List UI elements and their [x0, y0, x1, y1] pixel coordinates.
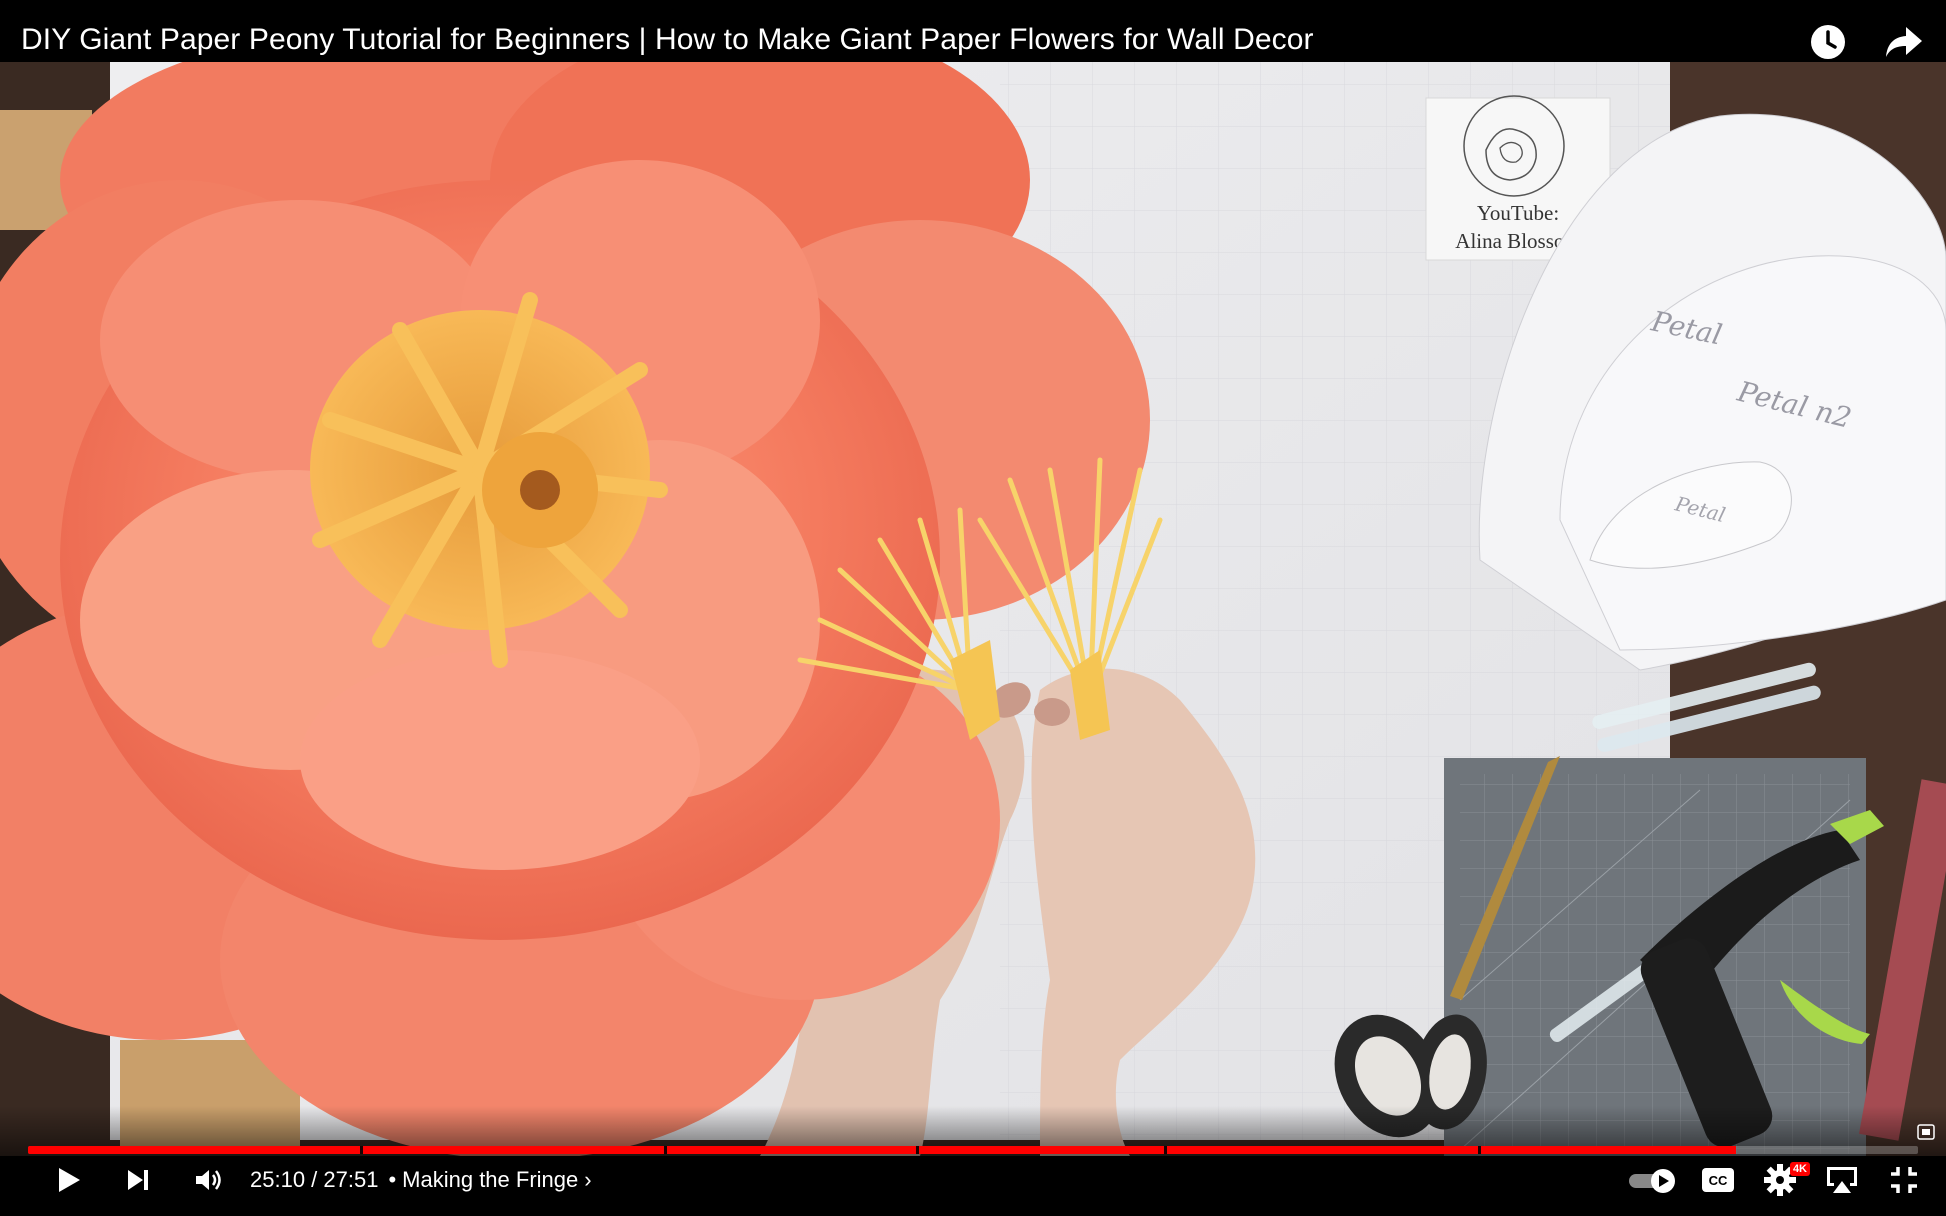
- progress-bar[interactable]: [28, 1146, 1918, 1154]
- chapter-title: Making the Fringe: [402, 1167, 579, 1192]
- watch-later-icon[interactable]: [1804, 18, 1852, 66]
- chapter-divider: [664, 1146, 667, 1154]
- exit-fullscreen-button[interactable]: [1880, 1156, 1928, 1204]
- next-button[interactable]: [114, 1156, 162, 1204]
- next-icon: [128, 1170, 148, 1190]
- exit-fullscreen-icon: [1891, 1167, 1917, 1193]
- time-display: 25:10 / 27:51: [250, 1167, 379, 1192]
- autoplay-toggle[interactable]: [1626, 1156, 1680, 1204]
- volume-icon: [196, 1170, 221, 1190]
- chevron-right-icon: ›: [584, 1167, 592, 1192]
- watermark-line1: YouTube:: [1477, 201, 1559, 225]
- captions-button[interactable]: CC: [1694, 1156, 1742, 1204]
- top-right-actions: [1804, 18, 1928, 66]
- video-frame-image: YouTube: Alina Blossom Petal Petal n2 Pe…: [0, 20, 1946, 1160]
- fullscreen-corner-icon: [1917, 1124, 1935, 1140]
- settings-button[interactable]: 4K: [1756, 1156, 1810, 1204]
- chapter-divider: [916, 1146, 919, 1154]
- play-button[interactable]: [44, 1156, 92, 1204]
- right-controls: CC 4K: [1626, 1156, 1928, 1204]
- chapter-divider: [1478, 1146, 1481, 1154]
- video-title[interactable]: DIY Giant Paper Peony Tutorial for Begin…: [21, 20, 1314, 60]
- captions-label: CC: [1709, 1173, 1728, 1188]
- airplay-button[interactable]: [1818, 1156, 1866, 1204]
- left-controls: 25:10 / 27:51 • Making the Fringe ›: [44, 1156, 592, 1204]
- play-icon: [59, 1168, 80, 1192]
- video-player[interactable]: YouTube: Alina Blossom Petal Petal n2 Pe…: [0, 0, 1946, 1216]
- share-icon[interactable]: [1880, 18, 1928, 66]
- chapter-button[interactable]: • Making the Fringe ›: [388, 1167, 591, 1193]
- volume-button[interactable]: [184, 1156, 232, 1204]
- captions-icon: CC: [1702, 1168, 1734, 1192]
- chapter-divider: [360, 1146, 363, 1154]
- airplay-icon: [1827, 1167, 1857, 1193]
- chapter-divider: [1164, 1146, 1167, 1154]
- chapter-separator: •: [388, 1167, 397, 1192]
- quality-badge: 4K: [1789, 1162, 1810, 1176]
